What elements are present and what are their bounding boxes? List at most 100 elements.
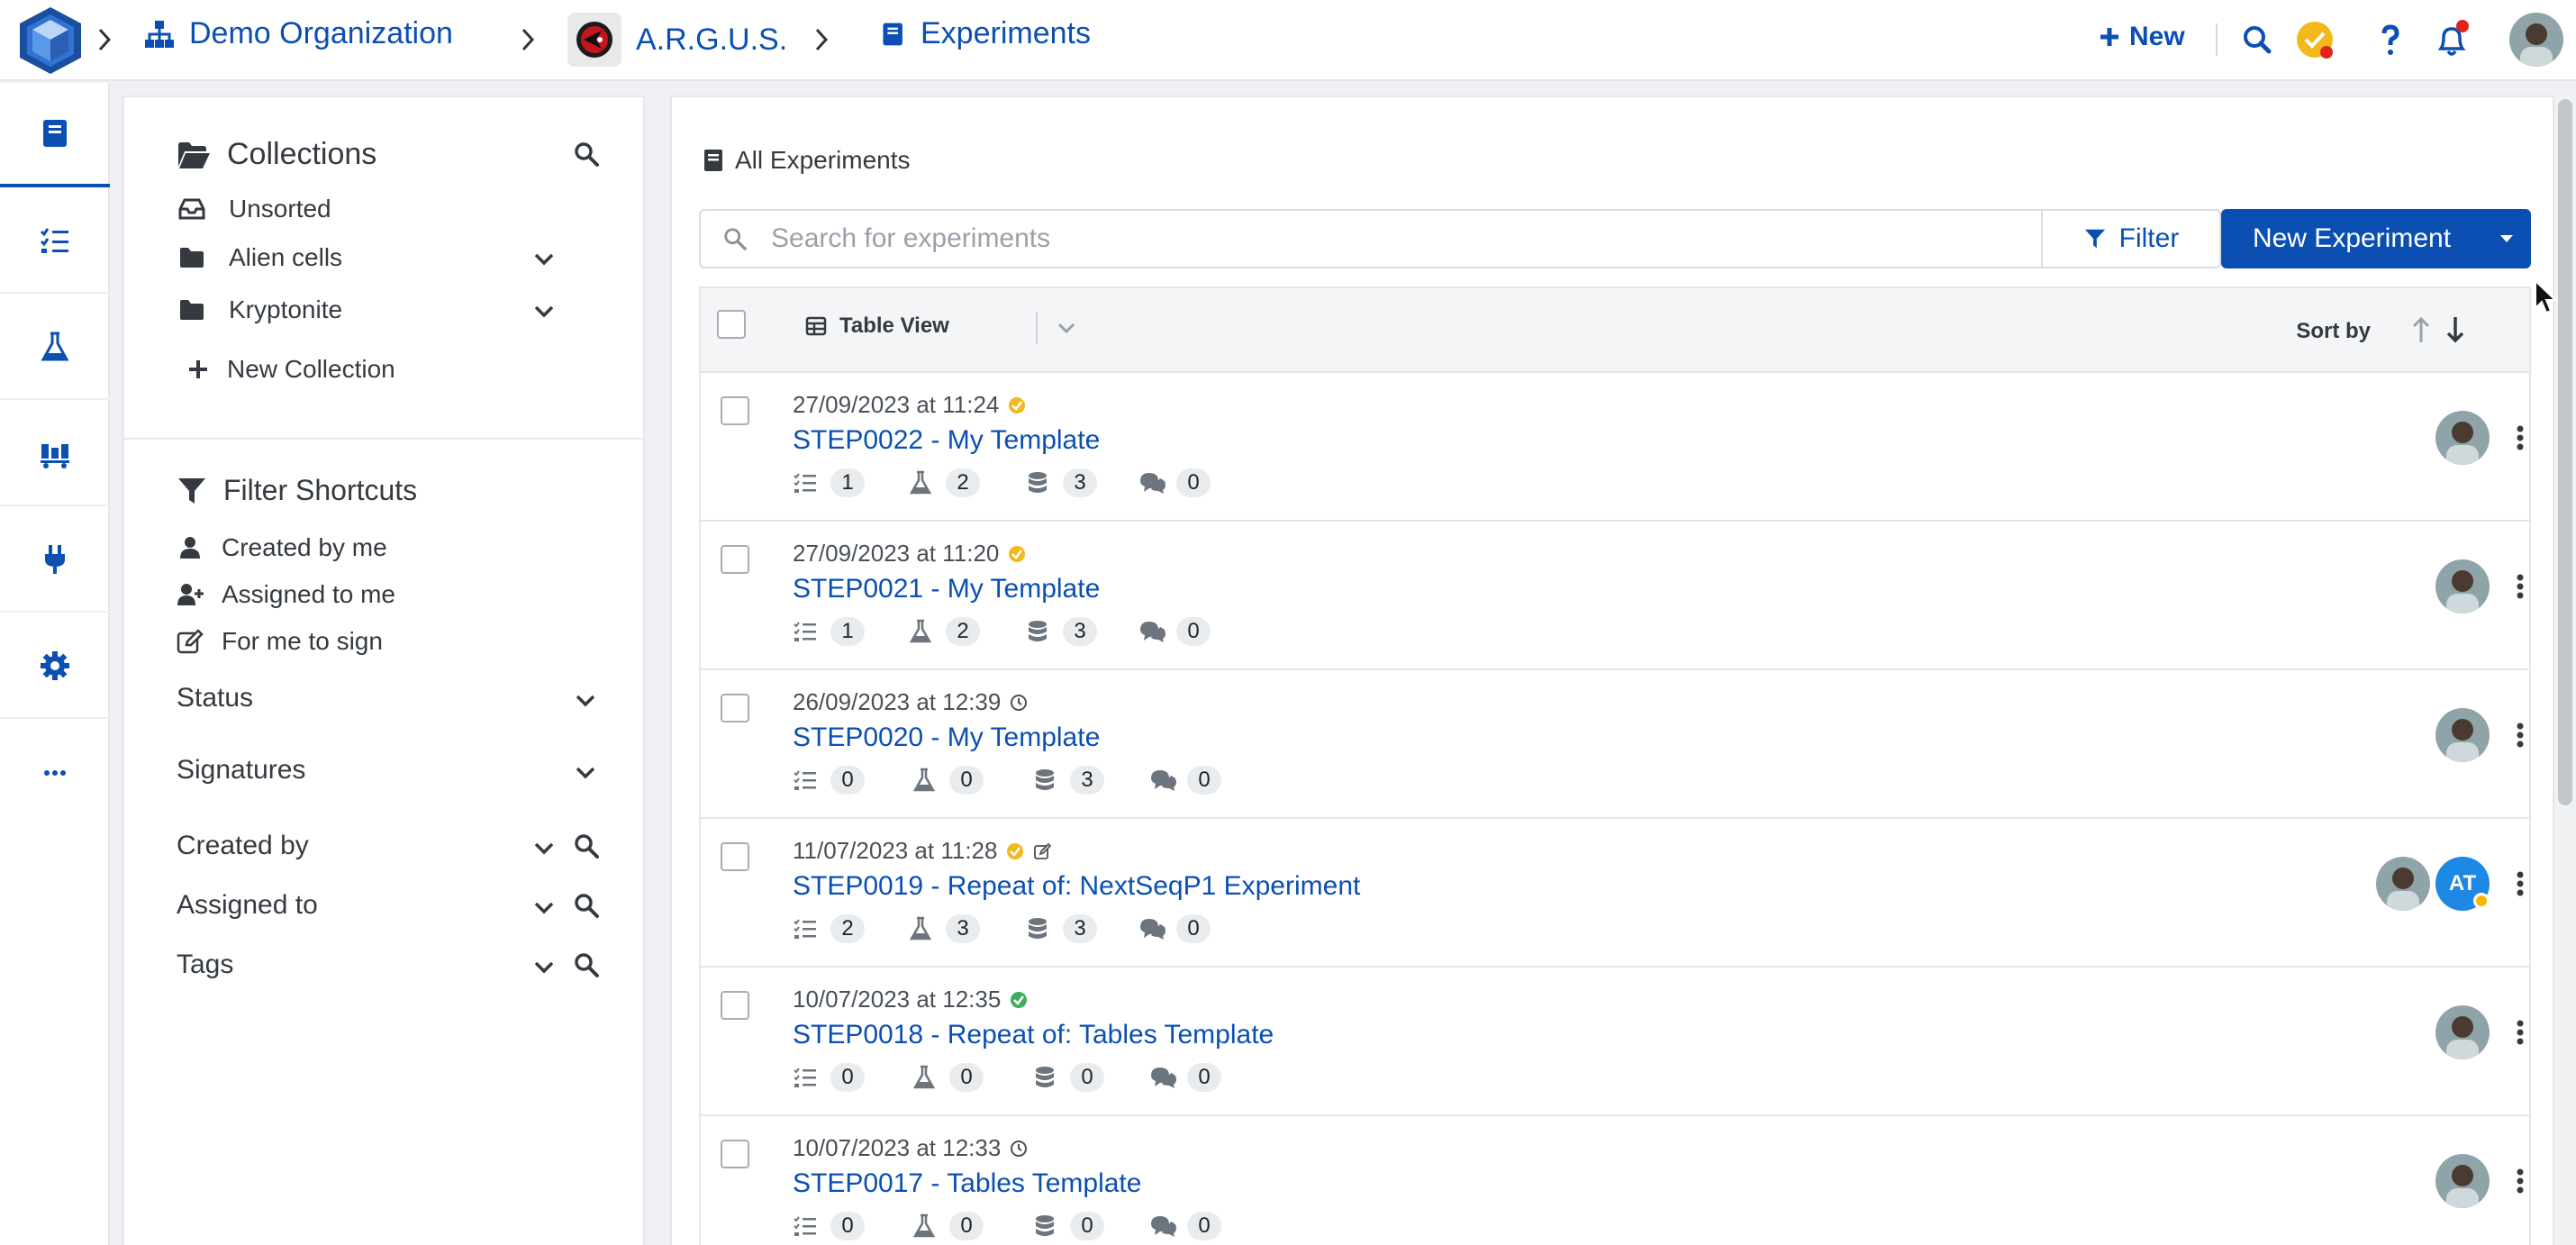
breadcrumb-project[interactable]: A.R.G.U.S. bbox=[567, 13, 787, 67]
experiment-title-link[interactable]: STEP0020 - My Template bbox=[793, 722, 1100, 753]
experiment-title-link[interactable]: STEP0019 - Repeat of: NextSeqP1 Experime… bbox=[793, 871, 1360, 902]
filter-created-by[interactable]: Created by bbox=[177, 831, 309, 861]
user-avatar[interactable] bbox=[2509, 13, 2563, 67]
filter-signatures[interactable]: Signatures bbox=[177, 755, 305, 786]
experiment-date-line: 27/09/2023 at 11:20 bbox=[793, 540, 1026, 568]
nav-more[interactable] bbox=[0, 721, 110, 825]
shortcut-for-me-to-sign[interactable]: For me to sign bbox=[177, 627, 383, 656]
nav-experiments[interactable] bbox=[0, 83, 110, 187]
notifications-bell-icon[interactable] bbox=[2432, 20, 2472, 59]
more-vertical-icon[interactable] bbox=[2511, 568, 2529, 604]
new-collection-button[interactable]: New Collection bbox=[187, 355, 395, 384]
breadcrumb-organization[interactable]: Demo Organization bbox=[144, 16, 453, 51]
tags-search-icon[interactable] bbox=[573, 951, 600, 978]
experiment-date-line: 11/07/2023 at 11:28 bbox=[793, 837, 1052, 865]
row-checkbox[interactable] bbox=[721, 1140, 749, 1168]
collection-kryptonite[interactable]: Kryptonite bbox=[178, 295, 342, 324]
filter-button[interactable]: Filter bbox=[2041, 209, 2221, 268]
experiment-title-link[interactable]: STEP0018 - Repeat of: Tables Template bbox=[793, 1020, 1274, 1050]
experiment-search-input[interactable] bbox=[771, 223, 1942, 254]
nav-settings[interactable] bbox=[0, 614, 110, 719]
owner-avatar[interactable] bbox=[2435, 708, 2490, 762]
breadcrumb-section[interactable]: Experiments bbox=[881, 16, 1091, 51]
chevron-down-icon[interactable] bbox=[531, 247, 557, 272]
tasks-status-icon[interactable] bbox=[2295, 20, 2335, 59]
collections-search-icon[interactable] bbox=[573, 141, 600, 168]
more-vertical-icon[interactable] bbox=[2511, 717, 2529, 753]
more-vertical-icon[interactable] bbox=[2511, 1163, 2529, 1199]
chevron-down-icon[interactable] bbox=[573, 760, 598, 786]
nav-protocols[interactable] bbox=[0, 189, 110, 294]
caret-down-icon[interactable] bbox=[2482, 209, 2531, 268]
comments-icon bbox=[1138, 916, 1166, 941]
nav-integrations[interactable] bbox=[0, 508, 110, 613]
nav-inventory[interactable] bbox=[0, 402, 110, 506]
status-signed-yellow-icon bbox=[1008, 396, 1026, 414]
comments-icon bbox=[1149, 1065, 1176, 1090]
scrollbar-thumb[interactable] bbox=[2558, 99, 2572, 805]
experiment-search[interactable] bbox=[699, 209, 2043, 268]
collections-panel: Collections Unsorted Alien cells Krypton… bbox=[122, 95, 645, 1245]
experiment-row[interactable]: 27/09/2023 at 11:24 STEP0022 - My Templat… bbox=[699, 373, 2531, 522]
assigned-to-search-icon[interactable] bbox=[573, 892, 600, 919]
created-by-search-icon[interactable] bbox=[573, 832, 600, 859]
table-view-toggle[interactable]: Table View bbox=[805, 314, 949, 339]
chevron-down-icon[interactable] bbox=[531, 299, 557, 324]
row-checkbox[interactable] bbox=[721, 396, 749, 425]
owner-avatar[interactable] bbox=[2435, 1005, 2490, 1059]
experiment-row[interactable]: 10/07/2023 at 12:35 STEP0018 - Repeat of:… bbox=[699, 968, 2531, 1116]
help-icon[interactable] bbox=[2371, 20, 2410, 59]
chevron-down-icon[interactable] bbox=[531, 955, 557, 980]
plug-icon bbox=[45, 545, 65, 574]
experiment-row[interactable]: 11/07/2023 at 11:28 STEP0019 - Repeat of:… bbox=[699, 819, 2531, 968]
experiment-row[interactable]: 26/09/2023 at 12:39 STEP0020 - My Templat… bbox=[699, 670, 2531, 819]
chevron-down-icon[interactable] bbox=[573, 688, 598, 713]
owner-avatar[interactable] bbox=[2435, 1154, 2490, 1208]
more-vertical-icon[interactable] bbox=[2511, 420, 2529, 456]
filter-assigned-to[interactable]: Assigned to bbox=[177, 890, 318, 921]
row-checkbox[interactable] bbox=[721, 545, 749, 574]
filter-status[interactable]: Status bbox=[177, 683, 253, 713]
chevron-down-icon[interactable] bbox=[531, 895, 557, 921]
filter-tags[interactable]: Tags bbox=[177, 950, 233, 980]
scrollbar[interactable] bbox=[2554, 95, 2576, 1245]
sort-descending-icon[interactable] bbox=[2443, 314, 2468, 346]
database-icon bbox=[1032, 1065, 1057, 1090]
folder-icon bbox=[180, 300, 204, 320]
experiment-title-link[interactable]: STEP0017 - Tables Template bbox=[793, 1168, 1141, 1199]
shortcut-label: For me to sign bbox=[222, 627, 383, 655]
sort-ascending-icon[interactable] bbox=[2408, 314, 2434, 346]
more-vertical-icon[interactable] bbox=[2511, 1014, 2529, 1050]
new-experiment-label: New Experiment bbox=[2252, 223, 2452, 253]
shortcut-created-by-me[interactable]: Created by me bbox=[177, 533, 387, 562]
row-checkbox[interactable] bbox=[721, 694, 749, 722]
global-new-button[interactable]: New bbox=[2099, 22, 2185, 52]
more-vertical-icon[interactable] bbox=[2511, 866, 2529, 902]
database-icon bbox=[1032, 768, 1057, 793]
row-checkbox[interactable] bbox=[721, 991, 749, 1020]
experiment-date-line: 10/07/2023 at 12:35 bbox=[793, 986, 1028, 1013]
nav-samples[interactable] bbox=[0, 295, 110, 400]
search-icon[interactable] bbox=[2237, 20, 2277, 59]
experiment-row[interactable]: 27/09/2023 at 11:20 STEP0021 - My Templat… bbox=[699, 522, 2531, 670]
new-experiment-button[interactable]: New Experiment bbox=[2221, 209, 2531, 268]
collection-unsorted[interactable]: Unsorted bbox=[178, 195, 331, 223]
row-checkbox[interactable] bbox=[721, 842, 749, 871]
owner-avatar[interactable] bbox=[2435, 559, 2490, 613]
database-icon bbox=[1025, 916, 1050, 941]
collection-alien-cells[interactable]: Alien cells bbox=[178, 243, 342, 272]
experiment-row[interactable]: 10/07/2023 at 12:33 STEP0017 - Tables Tem… bbox=[699, 1116, 2531, 1245]
data-count-badge: 0 bbox=[1070, 1212, 1104, 1240]
chevron-down-icon[interactable] bbox=[1054, 315, 1079, 341]
owner-avatar[interactable] bbox=[2435, 411, 2490, 465]
shortcut-assigned-to-me[interactable]: Assigned to me bbox=[177, 580, 395, 609]
app-logo[interactable] bbox=[18, 5, 83, 74]
owner-avatar[interactable] bbox=[2376, 857, 2430, 911]
table-icon bbox=[805, 316, 827, 336]
chevron-down-icon[interactable] bbox=[531, 836, 557, 861]
experiment-title-link[interactable]: STEP0022 - My Template bbox=[793, 425, 1100, 456]
filter-shortcuts-heading: Filter Shortcuts bbox=[177, 474, 417, 507]
select-all-checkbox[interactable] bbox=[717, 310, 746, 339]
experiment-title-link[interactable]: STEP0021 - My Template bbox=[793, 574, 1100, 604]
assignee-avatar[interactable]: AT bbox=[2435, 857, 2490, 911]
